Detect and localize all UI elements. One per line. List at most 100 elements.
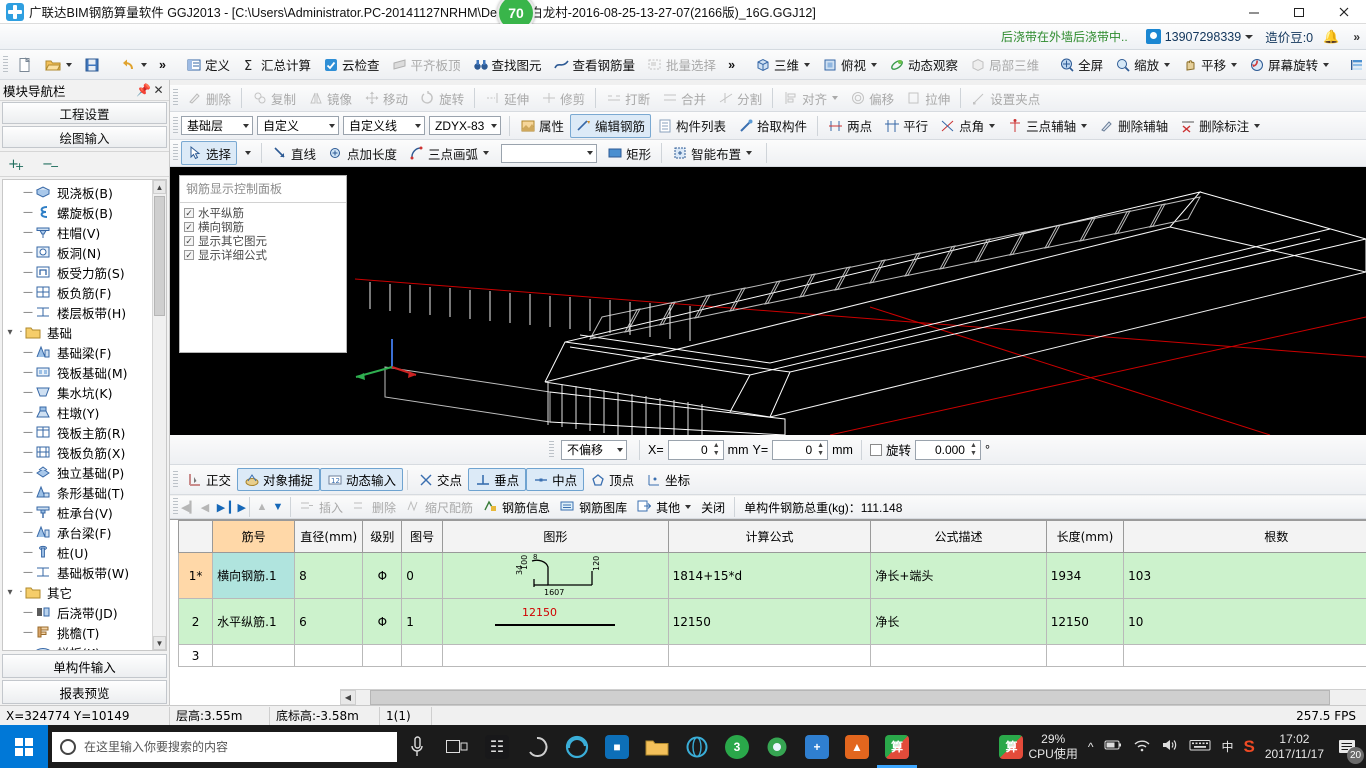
cell-formula-desc[interactable]: 净长 — [870, 598, 1047, 645]
project-settings-button[interactable]: 工程设置 — [2, 102, 167, 124]
user-account[interactable]: 13907298339 — [1145, 29, 1254, 44]
pan-button[interactable]: 平移 — [1176, 53, 1243, 77]
rotate-input[interactable]: 0.000 ▲ ▼ — [914, 439, 981, 460]
start-button[interactable] — [0, 725, 48, 768]
notice-text[interactable]: 后浇带在外墙后浇带中.. — [1001, 28, 1128, 45]
other-button[interactable]: 其他 — [632, 497, 696, 517]
rebar-option-row[interactable]: ✓ 水平纵筋 — [184, 206, 342, 220]
cell-rebar-no[interactable] — [212, 644, 296, 667]
snap-midpoint-button[interactable]: 中点 — [526, 468, 585, 491]
scroll-thumb[interactable] — [154, 196, 165, 316]
360-browser-icon[interactable]: 3 — [717, 725, 757, 768]
drawing-input-button[interactable]: 绘图输入 — [2, 126, 167, 148]
delete-dimension-button[interactable]: 删除标注 — [1174, 114, 1266, 138]
battery-icon[interactable] — [1103, 738, 1123, 755]
delete-row-button[interactable]: 删除 — [348, 497, 401, 517]
scroll-up-icon[interactable]: ▲ — [153, 180, 166, 194]
component-type-combo[interactable]: 自定义 — [257, 116, 339, 135]
cell-grade[interactable]: Φ — [362, 598, 403, 645]
component-tree[interactable]: — 现浇板(B) — 螺旋板(B) — 柱帽(V) — 板洞(N) — 板受力筋(S) — 板负筋(F… — [2, 179, 167, 651]
cell-drawing-no[interactable]: 1 — [401, 598, 444, 645]
component-kind-combo[interactable]: 自定义线 — [343, 116, 425, 135]
spinner-icon[interactable]: ▲ ▼ — [968, 442, 979, 458]
cell-drawing-no[interactable]: 0 — [401, 552, 444, 599]
fullscreen-button[interactable]: 全屏 — [1053, 53, 1109, 77]
tree-item[interactable]: — 独立基础(P) — [3, 462, 152, 482]
cell-length[interactable]: 1934 — [1045, 552, 1125, 599]
chevron-down-icon[interactable] — [989, 123, 996, 128]
tree-scrollbar[interactable]: ▲ ▼ — [152, 180, 166, 650]
toolbar-grip[interactable] — [173, 470, 178, 489]
tree-item[interactable]: — 后浇带(JD) — [3, 602, 152, 622]
tree-item[interactable]: — 基础梁(F) — [3, 342, 152, 362]
clock[interactable]: 17:02 2017/11/17 — [1265, 732, 1324, 762]
dynamic-input-button[interactable]: 12 动态输入 — [320, 468, 404, 491]
cell-rebar-no[interactable]: 横向钢筋.1 — [212, 552, 296, 599]
expand-all-icon[interactable]: + + — [8, 155, 32, 174]
cell-diameter[interactable] — [294, 644, 364, 667]
chevron-down-icon[interactable] — [1323, 62, 1330, 67]
rebar-display-control-panel[interactable]: 钢筋显示控制面板 ✓ 水平纵筋 ✓ 横向钢筋 ✓ 显示其它图元 ✓ 显示详细公式 — [179, 175, 347, 353]
tree-item[interactable]: ▾ · 其它 — [3, 582, 152, 602]
tree-item[interactable]: — 承台梁(F) — [3, 522, 152, 542]
open-file-button[interactable] — [39, 53, 78, 77]
collapse-all-icon[interactable]: − − — [42, 155, 66, 174]
col-formula-desc[interactable]: 公式描述 — [870, 520, 1047, 553]
orange-app-icon[interactable]: ▲ — [837, 725, 877, 768]
checkbox-transverse-rebar[interactable]: ✓ — [184, 222, 194, 232]
component-list-button[interactable]: 构件列表 — [651, 114, 732, 138]
tree-item[interactable]: — 楼层板带(H) — [3, 302, 152, 322]
notification-center-button[interactable]: 20 — [1334, 734, 1364, 764]
view-rebar-qty-button[interactable]: 查看钢筋量 — [548, 53, 642, 77]
set-grip-button[interactable]: 设置夹点 — [965, 86, 1046, 110]
offset-button[interactable]: 偏移 — [844, 86, 900, 110]
point-length-button[interactable]: 点加长度 — [322, 141, 403, 165]
search-box[interactable]: 在这里输入你要搜索的内容 — [52, 731, 397, 762]
three-point-arc-button[interactable]: 三点画弧 — [403, 141, 495, 165]
rebar-table-panel[interactable]: 筋号 直径(mm) 级别 图号 图形 计算公式 公式描述 长度(mm) 根数 搭… — [170, 519, 1366, 705]
cell-grade[interactable] — [362, 644, 403, 667]
col-rebar-no[interactable]: 筋号 — [212, 520, 296, 553]
break-button[interactable]: 打断 — [600, 86, 656, 110]
cell-drawing-no[interactable] — [401, 644, 444, 667]
tree-item[interactable]: ▾ · 基础 — [3, 322, 152, 342]
cell-shape[interactable]: 100 34 120 1607 8 — [442, 552, 669, 599]
cell-length[interactable]: 12150 — [1045, 598, 1125, 645]
snap-perpendicular-button[interactable]: 垂点 — [468, 468, 527, 491]
cell-formula[interactable]: 1814+15*d — [667, 552, 872, 599]
save-button[interactable] — [78, 53, 106, 77]
cpu-usage-widget[interactable]: 算 29% CPU使用 — [999, 725, 1078, 768]
spinner-icon[interactable]: ▲ ▼ — [815, 442, 826, 458]
last-record-icon[interactable]: ▎▶ — [229, 501, 246, 514]
cell-count[interactable]: 10 — [1123, 598, 1366, 645]
col-drawing-no[interactable]: 图号 — [401, 520, 444, 553]
summary-calc-button[interactable]: Σ 汇总计算 — [236, 53, 317, 77]
cell-length[interactable] — [1045, 644, 1125, 667]
ggj-app-icon[interactable]: 算 — [877, 725, 917, 768]
cell-rebar-no[interactable]: 水平纵筋.1 — [212, 598, 296, 645]
point-angle-button[interactable]: 点角 — [934, 114, 1001, 138]
two-point-button[interactable]: 两点 — [822, 114, 878, 138]
tree-item[interactable]: — 筏板基础(M) — [3, 362, 152, 382]
close-panel-button[interactable]: 关闭 — [696, 497, 730, 517]
chevron-down-icon[interactable] — [1081, 123, 1088, 128]
tree-item[interactable]: — 筏板负筋(X) — [3, 442, 152, 462]
screen-rotate-button[interactable]: 屏幕旋转 — [1243, 53, 1335, 77]
cell-formula-desc[interactable]: 净长+端头 — [870, 552, 1047, 599]
col-shape[interactable]: 图形 — [442, 520, 669, 553]
first-record-icon[interactable]: ◀▎ — [181, 501, 198, 514]
table-row[interactable]: 2 水平纵筋.1 6 Φ 1 12150 12150 净长 12150 10 — [177, 598, 1366, 645]
bell-icon[interactable]: 🔔 — [1323, 29, 1339, 45]
cloud-check-button[interactable]: 云检查 — [317, 53, 386, 77]
cell-diameter[interactable]: 6 — [294, 598, 364, 645]
three-point-axis-button[interactable]: 三点辅轴 — [1001, 114, 1093, 138]
tree-item[interactable]: — 条形基础(T) — [3, 482, 152, 502]
col-formula[interactable]: 计算公式 — [667, 520, 872, 553]
checkbox-horizontal-longitudinal[interactable]: ✓ — [184, 208, 194, 218]
view-3d-button[interactable]: 三维 — [749, 53, 816, 77]
volume-icon[interactable] — [1161, 738, 1179, 755]
windows-app-icon[interactable]: ■ — [597, 725, 637, 768]
toolbar-grip[interactable] — [173, 144, 178, 162]
tree-item[interactable]: — 柱墩(Y) — [3, 402, 152, 422]
snap-intersection-button[interactable]: 交点 — [412, 468, 468, 491]
